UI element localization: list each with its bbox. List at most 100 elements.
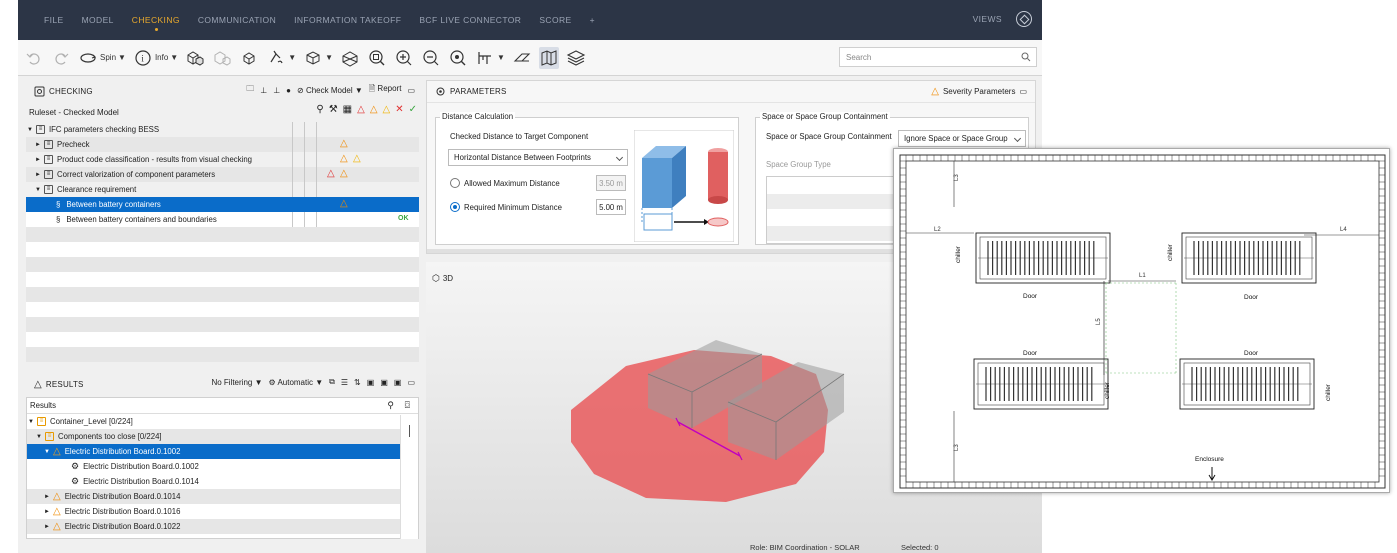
camera-icon[interactable]: ⌼ (405, 400, 410, 411)
dim-l1: L1 (1139, 273, 1146, 279)
caret-icon[interactable]: ► (43, 509, 51, 515)
menu-information-takeoff[interactable]: INFORMATION TAKEOFF (294, 15, 401, 25)
result-component-row[interactable]: ⚙ Electric Distribution Board.0.1002 (27, 459, 401, 474)
model-visibility-button[interactable] (185, 47, 205, 69)
menu-checking[interactable]: CHECKING (132, 15, 180, 31)
tree-row[interactable]: ► ≡ Product code classification - result… (26, 152, 419, 167)
menu-file[interactable]: FILE (44, 15, 64, 25)
severity-critical-icon[interactable]: △ (357, 104, 365, 115)
result-row-selected[interactable]: ▼ △ Electric Distribution Board.0.1002 (27, 444, 401, 459)
issue-remove-icon[interactable]: ▣ (394, 378, 402, 387)
containment-dropdown[interactable]: Ignore Space or Space Group (898, 130, 1026, 147)
severity-parameters-button[interactable]: △ Severity Parameters ▭ (931, 86, 1027, 97)
section-box-button[interactable] (340, 47, 360, 69)
open-folder-icon[interactable]: 🗀 (246, 83, 254, 97)
tree-row[interactable]: ▼ ≡ Clearance requirement (26, 182, 419, 197)
zoom-selection-button[interactable] (448, 47, 468, 69)
report-button[interactable]: 🗎 Report (369, 83, 402, 97)
caret-icon[interactable]: ► (43, 524, 51, 530)
allowed-max-input[interactable]: 3.50 m (596, 175, 626, 191)
list-icon[interactable]: ☰ (341, 378, 348, 387)
caret-icon[interactable]: ▼ (34, 187, 42, 193)
automatic-dropdown[interactable]: ⚙ Automatic ▼ (268, 378, 323, 387)
layers-button[interactable] (566, 47, 586, 69)
views-icon[interactable] (1016, 11, 1032, 27)
table-icon[interactable]: ▦ (343, 104, 352, 115)
caret-icon[interactable]: ▼ (35, 434, 43, 440)
chevron-down-icon[interactable]: ▼ (288, 53, 296, 62)
results-scrollbar[interactable] (400, 415, 418, 539)
result-row[interactable]: ► △ Electric Distribution Board.0.1022 (27, 519, 401, 534)
empty-row (26, 302, 419, 317)
caret-icon[interactable]: ► (34, 172, 42, 178)
result-component-row[interactable]: ⚙ Electric Distribution Board.0.1014 (27, 474, 401, 489)
record-icon[interactable]: ● (286, 86, 291, 95)
caret-icon[interactable]: ► (34, 142, 42, 148)
chevron-down-icon[interactable]: ▼ (497, 53, 505, 62)
accepted-icon[interactable]: ✓ (409, 104, 417, 115)
paperclip-icon[interactable]: ⚲ (316, 104, 323, 115)
tree-row[interactable]: § Between battery containers and boundar… (26, 212, 419, 227)
caret-icon[interactable]: ▼ (26, 127, 34, 133)
severity-moderate-icon[interactable]: △ (370, 104, 378, 115)
caret-icon[interactable]: ► (43, 494, 51, 500)
caret-icon[interactable]: ► (34, 157, 42, 163)
zoom-out-button[interactable] (421, 47, 441, 69)
menu-bcf-live-connector[interactable]: BCF LIVE CONNECTOR (419, 15, 521, 25)
severity-critical-icon: △ (327, 168, 335, 179)
filter-dropdown[interactable]: No Filtering ▼ (211, 378, 262, 387)
undo-button[interactable] (24, 47, 44, 69)
sort-icon[interactable]: ⇅ (354, 378, 361, 387)
result-row[interactable]: ▼ ≡ Container_Level [0/224] (27, 414, 401, 429)
empty-row (26, 317, 419, 332)
result-row[interactable]: ► △ Electric Distribution Board.0.1016 (27, 504, 401, 519)
chevron-down-icon[interactable]: ▼ (170, 53, 178, 62)
group-icon[interactable]: ⧉ (329, 377, 335, 387)
menu-score[interactable]: SCORE (539, 15, 571, 25)
tree-row[interactable]: ► ≡ Precheck △ (26, 137, 419, 152)
info-button[interactable]: i Info ▼ (133, 47, 178, 69)
zoom-in-button[interactable] (394, 47, 414, 69)
search-input[interactable]: Search (839, 47, 1037, 67)
views-button[interactable]: ▼ (303, 47, 333, 69)
checked-distance-dropdown[interactable]: Horizontal Distance Between Footprints (448, 149, 628, 166)
required-min-radio[interactable] (450, 202, 460, 212)
views-menu[interactable]: VIEWS (973, 14, 1002, 24)
result-row[interactable]: ► △ Electric Distribution Board.0.1014 (27, 489, 401, 504)
spin-button[interactable]: Spin ▼ (78, 47, 126, 69)
menu-add-tab[interactable]: + (590, 15, 595, 25)
allowed-max-radio[interactable] (450, 178, 460, 188)
panel-toggle-icon[interactable]: ▭ (407, 86, 415, 95)
caret-icon[interactable]: ▼ (43, 449, 51, 455)
tree-row[interactable]: ► ≡ Correct valorization of component pa… (26, 167, 419, 182)
redo-button[interactable] (51, 47, 71, 69)
import-icon[interactable]: ⊥ (260, 86, 267, 95)
paperclip-icon[interactable]: ⚲ (387, 400, 394, 411)
export-icon[interactable]: ⊥ (273, 86, 280, 95)
issue-add-icon[interactable]: ▣ (380, 378, 388, 387)
slice-button[interactable] (512, 47, 532, 69)
menu-communication[interactable]: COMMUNICATION (198, 15, 276, 25)
tree-row-selected[interactable]: § Between battery containers △ (26, 197, 419, 212)
caret-icon[interactable]: ▼ (27, 419, 35, 425)
result-row[interactable]: ▼ ≡ Components too close [0/224] (27, 429, 401, 444)
menu-model[interactable]: MODEL (82, 15, 114, 25)
chevron-down-icon[interactable]: ▼ (118, 53, 126, 62)
measure-button[interactable]: ▼ (475, 47, 505, 69)
panel-toggle-icon[interactable]: ▭ (1019, 87, 1027, 96)
walk-button[interactable]: ▼ (266, 47, 296, 69)
chevron-down-icon[interactable]: ▼ (325, 53, 333, 62)
issue-icon[interactable]: ▣ (367, 378, 375, 387)
required-min-input[interactable]: 5.00 m (596, 199, 626, 215)
wrench-icon[interactable]: ⚒ (329, 104, 338, 115)
tree-row[interactable]: ▼ ≡ IFC parameters checking BESS (26, 122, 419, 137)
isolate-button[interactable] (239, 47, 259, 69)
zoom-extents-button[interactable] (367, 47, 387, 69)
ruleset-header-icons: ⚲ ⚒ ▦ △ △ △ ✕ ✓ (316, 104, 417, 115)
severity-low-icon[interactable]: △ (383, 104, 391, 115)
map-button[interactable] (538, 46, 559, 69)
check-model-button[interactable]: ⊘ Check Model ▼ (297, 86, 363, 95)
panel-toggle-icon[interactable]: ▭ (407, 378, 415, 387)
hide-button[interactable] (212, 47, 232, 69)
rejected-icon[interactable]: ✕ (395, 104, 403, 115)
